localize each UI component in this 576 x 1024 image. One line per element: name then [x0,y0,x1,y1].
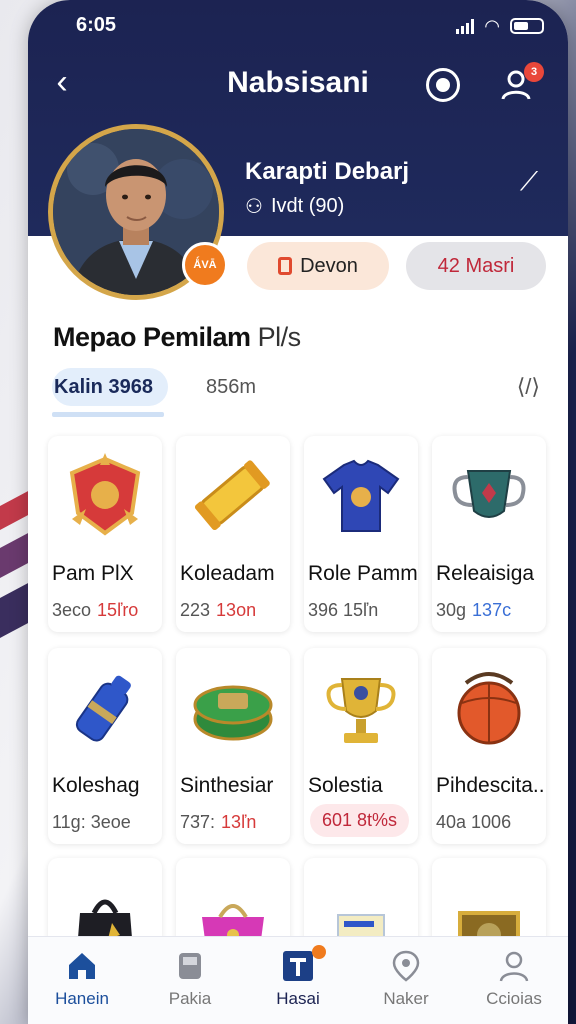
status-pill-secondary[interactable]: 42 Masri [406,242,546,290]
status-icons: ◠ [456,16,544,36]
item-card[interactable]: Sinthesiar 73̈7: 13ľn [176,648,290,844]
status-pill-primary[interactable]: Devon [247,242,389,290]
item-meta: 73̈7: 13ľn [180,812,257,832]
status-bar: 6:05 ◠ [28,14,568,40]
tab-home[interactable]: Hanein [28,937,136,1024]
item-meta: 223 13on [180,600,257,620]
item-meta: 30g 137c [436,600,512,620]
item-card[interactable]: Role Pamm 396 15ľn [304,436,418,632]
user-name: Karapti Debarj [245,158,410,185]
tab-pakia[interactable]: Pakia [136,937,244,1024]
status-pill-secondary-label: 42 Masri [437,254,515,277]
tab-label: Hanein [55,989,109,1008]
filter-chip[interactable]: Kalin 3968 [52,368,168,406]
t-square-icon [283,951,313,981]
item-name: Releaisiga [436,562,535,585]
filter-nav-icon[interactable]: ⟨/⟩ [517,374,540,400]
filter-row: Kalin 3968 856m ⟨/⟩ [52,368,544,417]
item-meta: 396 15ľn [308,600,379,620]
tab-hasai[interactable]: Hasai [244,937,352,1024]
item-card[interactable]: Koleadam 223 13on [176,436,290,632]
item-meta: 3eco 15ľro [52,600,139,620]
tab-label: Pakia [168,989,212,1008]
tab-bar: Hanein Pakia Hasai Naker Ccioias [28,936,568,1024]
nav-bar: ‹ Nabsisani 3 [28,62,568,106]
battery-icon [510,18,544,34]
tab-naker[interactable]: Naker [352,937,460,1024]
status-time: 6:05 [76,14,117,36]
tab-label: Naker [383,989,429,1008]
account-button[interactable]: 3 [498,62,544,104]
filter-sort[interactable]: 856m [206,376,256,399]
item-card[interactable]: Koleshag 11g: 3eoe [48,648,162,844]
signal-icon [456,18,475,34]
red-shield-icon [58,446,152,546]
blue-bottle-icon [58,658,152,758]
notification-badge: 3 [524,62,544,82]
item-card[interactable]: Pam PlX 3eco 15ľro [48,436,162,632]
item-meta: 11g: 3eoe [52,812,131,832]
item-card[interactable]: Solestia 601 8t%s [304,648,418,844]
section-title-text: Mepao Pemilam [53,322,251,352]
trophy-cup-icon [442,446,536,546]
level-badge: ǺVĀ [182,242,228,288]
item-meta: 601 8t%s [310,804,410,837]
orange-ball-icon [442,658,536,758]
filter-underline [52,412,164,417]
status-pill-primary-label: Devon [300,254,358,277]
item-meta: 40a 1006 [436,812,512,832]
phone-screen: 6:05 ◠ ‹ Nabsisani 3 Karapti Debarj ⚇ Iv… [28,0,568,1024]
gold-scroll-icon [186,446,280,546]
item-card[interactable]: Releaisiga 30g 137c [432,436,546,632]
green-chest-icon [186,658,280,758]
location-pin-icon [392,950,420,982]
page-title: Nabsisani [227,66,369,99]
edit-icon[interactable]: ⟋ [512,166,546,200]
user-subtitle-text: Ivdt (90) [270,195,345,217]
user-subtitle: ⚇ Ivdt (90) [245,194,344,219]
favorite-button[interactable] [426,68,460,102]
person-icon [499,951,529,982]
item-card[interactable]: Pihdescita.. 40a 1006 [432,648,546,844]
group-icon: ⚇ [245,196,263,218]
tab-label: Ccioias [486,989,542,1008]
jersey-icon [314,446,408,546]
gold-trophy-icon [314,658,408,758]
section-title-suffix: Pl/s [257,322,302,352]
item-name: Pihdescita.. [436,774,545,797]
tab-badge [312,945,326,959]
wifi-icon: ◠ [484,16,500,36]
tab-label: Hasai [276,989,320,1008]
section-title: Mepao Pemilam Pl/s [53,322,301,353]
device-icon [179,953,201,979]
home-icon [69,953,95,979]
tab-ccioias[interactable]: Ccioias [460,937,568,1024]
heart-icon [436,78,450,92]
tag-icon [278,257,293,275]
